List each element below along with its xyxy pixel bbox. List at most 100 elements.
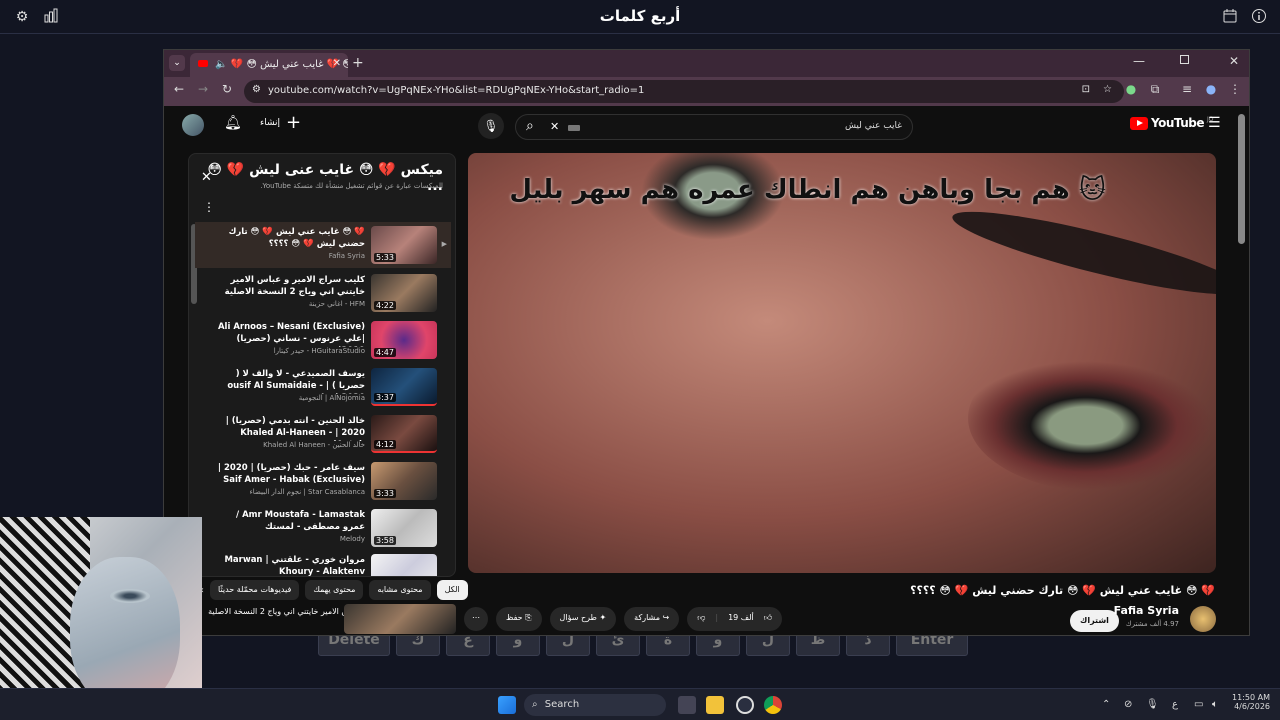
list-item[interactable]: مروان خوري - علقتني | Marwan Khoury - Al… <box>195 550 451 577</box>
close-window-icon[interactable]: ✕ <box>1229 54 1239 68</box>
chip-related[interactable]: محتوى مشابه <box>369 580 431 600</box>
calendar-icon[interactable] <box>1221 8 1239 26</box>
chip-all[interactable]: الكل <box>436 580 468 600</box>
video-thumbnail: 4:12 <box>371 415 437 453</box>
webcam-face <box>70 557 180 707</box>
search-box[interactable]: ⌕ ✕ غايب عني ليش <box>515 114 913 140</box>
list-item[interactable]: 3:58 Amr Moustafa - Lamastak / عمرو مصطف… <box>195 505 451 551</box>
chip-for-you[interactable]: محتوى يهمك <box>305 580 364 600</box>
taskbar: ⌕ Search ⌃ ⊘ 🎙︎ ع ▭ 🔈︎ 11:50 AM 4/6/2026 <box>0 688 1280 720</box>
search-icon[interactable]: ⌕ <box>526 118 534 134</box>
like-count[interactable]: 19 ألف <box>728 613 754 625</box>
list-item[interactable]: ▶ 5:33 💔 😳 غايب عني ليش 💔 😳 تارك حضني لي… <box>195 222 451 268</box>
clock[interactable]: 11:50 AM 4/6/2026 <box>1230 693 1270 711</box>
item-channel: HFM - اغاني حزينة <box>308 300 365 308</box>
item-channel: AlNojomia | النجومية <box>298 394 365 402</box>
maximize-icon[interactable] <box>1180 55 1189 64</box>
duration-badge: 3:33 <box>374 489 396 498</box>
save-button[interactable]: حفظ ⎘ <box>496 607 542 631</box>
plus-icon: + <box>286 112 302 133</box>
install-app-icon[interactable]: ⊡ <box>1082 84 1090 95</box>
display-icon[interactable]: ▭ <box>1194 699 1203 710</box>
youtube-logo[interactable]: YouTube JO <box>1130 116 1214 130</box>
input-language[interactable]: ع <box>1172 699 1178 710</box>
subscribe-button[interactable]: اشتراك <box>1070 610 1119 632</box>
keyboard-icon[interactable] <box>568 125 580 131</box>
list-item[interactable]: 3:37 يوسف الصميدعي - لا والف لا ( حصريا … <box>195 364 451 410</box>
list-item[interactable]: 4:12 خالد الحنين - انته بدمي (حصريا) | 2… <box>195 411 451 457</box>
like-icon[interactable]: 👍︎ <box>764 613 772 625</box>
tray-overflow-icon[interactable]: ⌃ <box>1102 699 1110 710</box>
media-icon[interactable]: ≡ <box>1178 82 1196 96</box>
start-windows-icon[interactable] <box>498 696 516 714</box>
hamburger-menu-icon[interactable]: ☰ <box>1208 115 1221 131</box>
duration-badge: 5:33 <box>374 253 396 262</box>
taskbar-search-label: Search <box>544 699 580 710</box>
clock-date: 4/6/2026 <box>1234 702 1270 711</box>
clock-time: 11:50 AM <box>1232 693 1270 702</box>
clock-app-icon[interactable] <box>736 696 754 714</box>
forward-icon[interactable]: → <box>194 82 212 96</box>
create-button[interactable]: إنشاء + <box>260 112 302 133</box>
minimize-icon[interactable]: — <box>1133 54 1145 68</box>
volume-icon[interactable]: 🔈︎ <box>1212 699 1218 710</box>
search-input[interactable]: غايب عني ليش <box>845 121 902 131</box>
duration-badge: 4:12 <box>374 440 396 449</box>
share-label: مشاركة <box>634 613 660 622</box>
taskbar-search-icon: ⌕ <box>532 699 538 710</box>
item-title: Ali Arnoos – Nesani (Exclusive) |علي عرن… <box>217 322 365 347</box>
page-scrollbar[interactable] <box>1238 114 1245 244</box>
profile-icon[interactable]: ● <box>1202 82 1220 96</box>
video-thumbnail <box>371 554 437 576</box>
tab-strip: ⌄ 🔈 💔 😳 غايب عني ليش 💔 😳 ✕ + — ✕ <box>164 50 1249 77</box>
reload-icon[interactable]: ↻ <box>218 82 236 96</box>
extensions-icon[interactable]: ⧉ <box>1146 82 1164 97</box>
video-frame-eye-lower <box>968 343 1216 493</box>
channel-name[interactable]: Fafia Syria <box>1114 604 1179 617</box>
bookmark-star-icon[interactable]: ☆ <box>1103 84 1112 95</box>
chip-recent[interactable]: فيديوهات محمّلة حديثًا <box>210 580 300 600</box>
new-tab-icon[interactable]: + <box>352 55 364 71</box>
sparkle-icon: ✦ <box>599 613 607 622</box>
more-actions-icon[interactable]: ⋯ <box>464 607 488 631</box>
item-title: مروان خوري - علقتني | Marwan Khoury - Al… <box>224 555 365 577</box>
chrome-menu-icon[interactable]: ⋮ <box>1226 82 1244 96</box>
notifications-bell-icon[interactable]: 🔔︎ <box>224 115 242 131</box>
item-channel: Fafia Syria <box>328 252 365 260</box>
share-button[interactable]: مشاركة ↪ <box>624 607 680 631</box>
back-icon[interactable]: ← <box>170 82 188 96</box>
tab-youtube[interactable]: 🔈 💔 😳 غايب عني ليش 💔 😳 ✕ <box>190 53 348 77</box>
close-tab-icon[interactable]: ✕ <box>333 58 341 69</box>
app-title: أربع كلمات <box>599 7 681 25</box>
channel-avatar[interactable] <box>1190 606 1216 632</box>
microphone-icon[interactable]: 🎙︎ <box>1146 699 1159 710</box>
clear-search-icon[interactable]: ✕ <box>550 120 559 133</box>
app-top-bar: ⚙ أربع كلمات <box>0 0 1280 34</box>
extension-green-icon[interactable]: ● <box>1122 82 1140 96</box>
address-bar-row: ← → ↻ ⚙ youtube.com/watch?v=UgPqNEx-YHo&… <box>164 77 1249 106</box>
item-channel: خالد الحنين - Khaled Al Haneen <box>263 441 365 449</box>
ask-button[interactable]: طرح سؤال ✦ <box>549 607 617 631</box>
item-channel: Melody <box>339 535 365 543</box>
playlist-more-icon[interactable]: ⋮ <box>203 200 215 214</box>
url-field[interactable]: ⚙ youtube.com/watch?v=UgPqNEx-YHo&list=R… <box>244 80 1124 103</box>
mix-playlist-panel: ✕ ميكس 💔 😳 غايب عنى ليش 💔 😳 ... الميكسات… <box>188 153 456 577</box>
list-item[interactable]: 4:22 كليب سراج الامير و عباس الامير خايت… <box>195 270 451 316</box>
taskbar-search[interactable]: ⌕ Search <box>524 694 666 716</box>
list-item[interactable]: 4:47 Ali Arnoos – Nesani (Exclusive) |عل… <box>195 317 451 363</box>
network-off-icon[interactable]: ⊘ <box>1124 699 1132 710</box>
youtube-play-logo-icon <box>1130 116 1148 130</box>
list-item[interactable]: 3:33 سيف عامر - حبك (حصريا) | 2020 | Sai… <box>195 458 451 504</box>
video-player[interactable]: هم بجا وياهن هم انطاك عمره هم سهر بليل 🐱 <box>468 153 1216 573</box>
info-icon[interactable] <box>1250 8 1268 26</box>
next-item-thumbnail[interactable] <box>344 604 456 634</box>
chrome-icon[interactable] <box>764 696 782 714</box>
site-info-icon[interactable]: ⚙ <box>252 84 261 95</box>
voice-search-icon[interactable]: 🎙︎ <box>478 113 504 139</box>
task-view-icon[interactable] <box>678 696 696 714</box>
account-avatar[interactable] <box>182 114 204 136</box>
dislike-icon[interactable]: 👎︎ <box>697 613 705 625</box>
file-explorer-icon[interactable] <box>706 696 724 714</box>
tab-search-icon[interactable]: ⌄ <box>169 55 185 71</box>
video-overlay-lyrics: هم بجا وياهن هم انطاك عمره هم سهر بليل 🐱 <box>509 175 1106 205</box>
